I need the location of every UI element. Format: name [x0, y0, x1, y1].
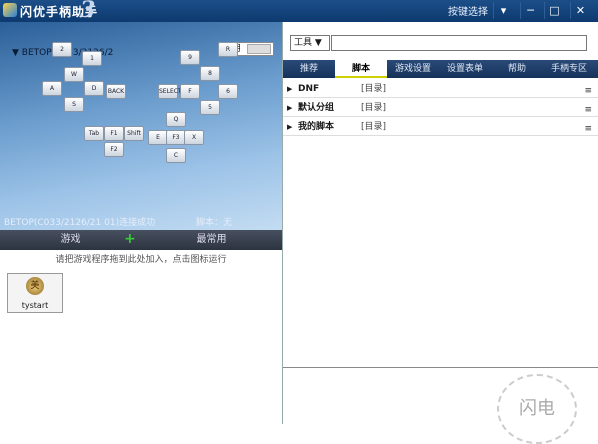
- key-f3[interactable]: F3: [166, 130, 186, 145]
- menu-lines-icon[interactable]: ≡: [584, 120, 592, 138]
- minimize-button[interactable]: ─: [520, 2, 540, 19]
- key-select[interactable]: SELECT: [158, 84, 182, 99]
- toggle-switch[interactable]: [247, 44, 271, 54]
- expand-arrow-icon[interactable]: ▶: [287, 99, 292, 117]
- triangle-icon: ▼: [12, 48, 22, 58]
- search-input[interactable]: [331, 35, 587, 51]
- folder-name: DNF: [298, 84, 320, 94]
- list-item[interactable]: ▶ 默认分组 [目录] ≡: [283, 99, 598, 117]
- brand-watermark: 闪电: [497, 374, 577, 444]
- tab-scripts[interactable]: 脚本: [335, 60, 387, 78]
- gamepad-panel: ▼ BETOP(C033/2126/2 通用 2 1 W A S D BACK …: [0, 22, 282, 230]
- expand-arrow-icon[interactable]: ▶: [287, 80, 292, 98]
- key-5[interactable]: 5: [200, 100, 220, 115]
- tab-game-settings[interactable]: 游戏设置: [387, 60, 439, 78]
- key-f1[interactable]: F1: [104, 126, 124, 141]
- folder-name: 我的脚本: [298, 122, 335, 132]
- tool-dropdown[interactable]: 工具 ▼: [290, 35, 330, 51]
- key-q[interactable]: Q: [166, 112, 186, 127]
- game-icon: 美: [26, 277, 44, 295]
- key-r[interactable]: R: [218, 42, 238, 57]
- script-panel: 工具 ▼ 推荐 脚本 游戏设置 设置表单 帮助 手柄专区 ▶ DNF [目录] …: [283, 22, 598, 444]
- connection-status: BETOP(C033/2126/21 01)连接成功: [4, 218, 156, 228]
- script-status: 脚本：无: [196, 218, 233, 228]
- key-1[interactable]: 1: [82, 51, 102, 66]
- key-s[interactable]: S: [64, 97, 84, 112]
- key-e[interactable]: E: [148, 130, 168, 145]
- dropdown-icon[interactable]: ▾: [493, 2, 513, 19]
- close-button[interactable]: ✕: [570, 2, 590, 19]
- key-8[interactable]: 8: [200, 66, 220, 81]
- app-logo-icon: [3, 3, 17, 17]
- key-w[interactable]: W: [64, 67, 84, 82]
- folder-tag: [目录]: [361, 103, 387, 113]
- menu-lines-icon[interactable]: ≡: [584, 82, 592, 100]
- folder-name: 默认分组: [298, 103, 335, 113]
- key-select-menu[interactable]: 按键选择: [448, 3, 488, 18]
- tab-common[interactable]: 最常用: [141, 230, 282, 250]
- tab-bar: 推荐 脚本 游戏设置 设置表单 帮助 手柄专区: [283, 60, 598, 78]
- key-f2[interactable]: F2: [104, 142, 124, 157]
- tab-gamepad-zone[interactable]: 手柄专区: [543, 60, 595, 78]
- key-6[interactable]: 6: [218, 84, 238, 99]
- tab-recommend[interactable]: 推荐: [283, 60, 335, 78]
- section-divider: [283, 367, 598, 368]
- key-a[interactable]: A: [42, 81, 62, 96]
- key-2[interactable]: 2: [52, 42, 72, 57]
- list-item[interactable]: ▶ DNF [目录] ≡: [283, 80, 598, 98]
- menu-lines-icon[interactable]: ≡: [584, 101, 592, 119]
- key-tab[interactable]: Tab: [84, 126, 104, 141]
- version-mark: 3: [80, 0, 96, 23]
- key-back[interactable]: BACK: [106, 84, 126, 99]
- left-tabs: 游戏 最常用 +: [0, 230, 282, 250]
- key-c[interactable]: C: [166, 148, 186, 163]
- folder-tag: [目录]: [361, 122, 387, 132]
- title-bar: 闪优手柄助手 3 按键选择 ▾ ─ □ ✕: [0, 0, 598, 23]
- key-f[interactable]: F: [180, 84, 200, 99]
- key-shift[interactable]: Shift: [124, 126, 144, 141]
- tab-settings-form[interactable]: 设置表单: [439, 60, 491, 78]
- maximize-button[interactable]: □: [544, 2, 564, 19]
- expand-arrow-icon[interactable]: ▶: [287, 118, 292, 136]
- game-label: tystart: [21, 301, 49, 310]
- tab-games[interactable]: 游戏: [0, 230, 141, 250]
- add-icon[interactable]: +: [124, 231, 136, 247]
- toolbar: 工具 ▼: [283, 35, 598, 51]
- key-x[interactable]: X: [184, 130, 204, 145]
- game-card[interactable]: 美 tystart: [7, 273, 63, 313]
- tab-help[interactable]: 帮助: [491, 60, 543, 78]
- key-9[interactable]: 9: [180, 50, 200, 65]
- folder-tag: [目录]: [361, 84, 387, 94]
- key-d[interactable]: D: [84, 81, 104, 96]
- list-item[interactable]: ▶ 我的脚本 [目录] ≡: [283, 118, 598, 136]
- drag-hint: 请把游戏程序拖到此处加入，点击图标运行: [55, 255, 227, 265]
